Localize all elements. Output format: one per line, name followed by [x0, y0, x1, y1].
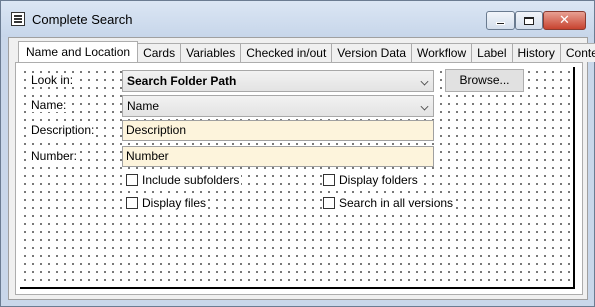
browse-button[interactable]: Browse... — [445, 69, 524, 92]
description-field[interactable]: Description — [122, 120, 434, 141]
tab-history[interactable]: History — [511, 43, 561, 62]
tab-workflow[interactable]: Workflow — [411, 43, 473, 62]
chevron-down-icon — [420, 102, 429, 111]
search-all-versions-checkbox[interactable]: Search in all versions — [323, 196, 456, 210]
number-value: Number — [126, 149, 169, 163]
window-title: Complete Search — [32, 12, 133, 27]
close-icon: ✕ — [559, 13, 570, 28]
close-button[interactable]: ✕ — [543, 11, 586, 30]
complete-search-window: Complete Search ✕ Name and Location Card… — [0, 0, 595, 307]
tab-variables[interactable]: Variables — [180, 43, 242, 62]
display-files-checkbox[interactable]: Display files — [126, 196, 209, 210]
maximize-icon — [524, 16, 534, 25]
maximize-button[interactable] — [515, 11, 543, 30]
look-in-value: Search Folder Path — [127, 74, 237, 88]
display-folders-checkbox[interactable]: Display folders — [323, 173, 420, 187]
include-subfolders-label: Include subfolders — [142, 173, 240, 187]
name-value: Name — [127, 99, 160, 113]
name-dropdown[interactable]: Name — [122, 95, 434, 117]
checkbox-box[interactable] — [323, 174, 335, 186]
search-all-versions-label: Search in all versions — [339, 196, 454, 210]
checkbox-box[interactable] — [126, 174, 138, 186]
display-files-label: Display files — [142, 196, 207, 210]
tab-panel-name-and-location: Look in: Search Folder Path Browse... Na… — [15, 62, 583, 295]
tab-name-and-location[interactable]: Name and Location — [18, 41, 139, 62]
title-bar[interactable]: Complete Search ✕ — [1, 1, 594, 37]
look-in-dropdown[interactable]: Search Folder Path — [122, 70, 434, 92]
number-label: Number: — [29, 149, 80, 163]
include-subfolders-checkbox[interactable]: Include subfolders — [126, 173, 242, 187]
dialog-client-area: Name and Location Cards Variables Checke… — [8, 37, 595, 300]
minimize-button[interactable] — [486, 11, 515, 30]
name-label: Name: — [29, 98, 69, 112]
window-app-icon[interactable] — [11, 12, 25, 26]
minimize-icon — [496, 22, 505, 25]
checkbox-box[interactable] — [323, 197, 335, 209]
look-in-label: Look in: — [29, 73, 76, 87]
tab-strip: Name and Location Cards Variables Checke… — [18, 41, 595, 62]
tab-version-data[interactable]: Version Data — [331, 43, 413, 62]
tab-checked-in-out[interactable]: Checked in/out — [240, 43, 333, 62]
description-value: Description — [126, 123, 187, 137]
checkbox-box[interactable] — [126, 197, 138, 209]
display-folders-label: Display folders — [339, 173, 418, 187]
tab-cards[interactable]: Cards — [137, 43, 182, 62]
chevron-down-icon — [420, 77, 429, 86]
tab-content[interactable]: Content — [559, 43, 595, 62]
description-label: Description: — [29, 123, 97, 137]
tab-label[interactable]: Label — [471, 43, 513, 62]
number-field[interactable]: Number — [122, 146, 434, 167]
